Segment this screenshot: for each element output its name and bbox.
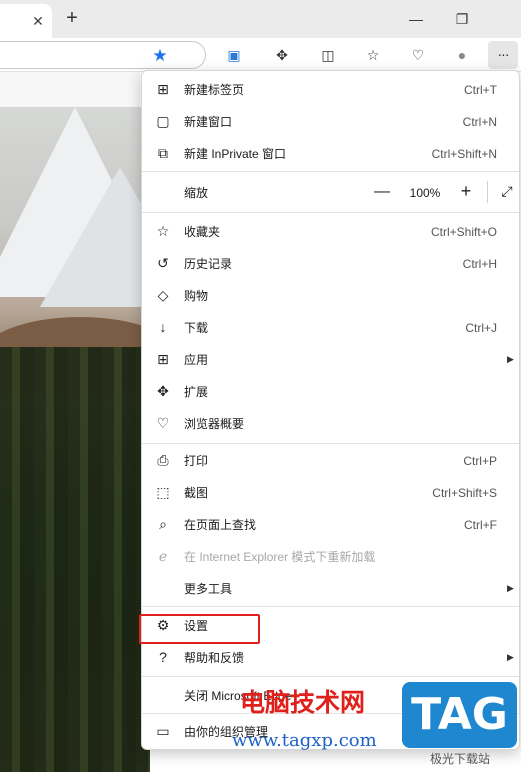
minimize-icon[interactable]: — [406, 10, 426, 28]
favorites-bar-icon[interactable]: ☆ [363, 45, 383, 65]
page-strip [0, 72, 140, 107]
menu-item-label: 购物 [184, 289, 209, 303]
zoom-level: 100% [409, 186, 441, 200]
submenu-arrow-icon: ▶ [507, 583, 514, 593]
history-icon: ↺ [157, 255, 169, 271]
pine-trees [0, 347, 150, 772]
menu-item-label: 更多工具 [184, 582, 233, 596]
menu-item-shortcut: Ctrl+P [463, 454, 497, 468]
menu-item-label: 在 Internet Explorer 模式下重新加载 [184, 550, 376, 564]
browser-essentials-icon: ♡ [156, 415, 170, 431]
menu-item-shortcut: Ctrl+Shift+S [432, 486, 497, 500]
zoom-divider [487, 181, 488, 203]
watermark-site: 极光下载站 [430, 752, 491, 766]
watermark-url: www.tagxp.com [232, 730, 377, 751]
menu-item-shortcut: Ctrl+J [465, 321, 497, 335]
menu-item-favorites[interactable]: ☆ 收藏夹 Ctrl+Shift+O [142, 215, 519, 247]
download-icon: ↓ [159, 319, 167, 335]
apps-icon: ⊞ [157, 351, 169, 367]
watermark-tag-text: TAG [411, 689, 508, 740]
background-photo [0, 107, 150, 772]
menu-item-label: 收藏夹 [184, 225, 221, 239]
menu-item-screenshot[interactable]: ⬚ 截图 Ctrl+Shift+S [142, 476, 519, 508]
menu-item-history[interactable]: ↺ 历史记录 Ctrl+H [142, 247, 519, 279]
shopping-tag-icon: ◇ [157, 287, 169, 303]
print-icon: ⎙ [157, 452, 169, 468]
zoom-in-button[interactable]: + [458, 182, 474, 200]
new-window-icon: ▢ [156, 113, 170, 129]
help-icon: ? [159, 649, 167, 665]
menu-item-help-feedback[interactable]: ? 帮助和反馈 ▶ [142, 641, 519, 673]
menu-item-shortcut: Ctrl+Shift+O [430, 225, 497, 239]
favorites-icon: ☆ [156, 223, 170, 239]
menu-separator [142, 212, 519, 213]
menu-item-apps[interactable]: ⊞ 应用 ▶ [142, 343, 519, 375]
menu-item-shortcut: Ctrl+N [462, 115, 497, 129]
browser-toolbar: ★ ▣ ✥ ◫ ☆ ♡ ● ··· [0, 38, 521, 72]
ie-mode-icon: ℯ [158, 548, 168, 564]
menu-item-label: 浏览器概要 [184, 417, 245, 431]
menu-separator [142, 606, 519, 607]
inprivate-window-icon: ⧉ [158, 145, 168, 161]
menu-item-label: 新建窗口 [184, 115, 233, 129]
settings-highlight-box [139, 614, 260, 644]
fullscreen-icon[interactable]: ⤢ [499, 183, 515, 199]
new-tab-button[interactable]: + [62, 8, 82, 29]
menu-item-label: 打印 [184, 454, 209, 468]
menu-item-label: 新建 InPrivate 窗口 [184, 147, 287, 161]
menu-item-browser-essentials[interactable]: ♡ 浏览器概要 [142, 407, 519, 439]
menu-item-label: 历史记录 [184, 257, 233, 271]
briefcase-icon: ▭ [156, 723, 170, 739]
menu-item-print[interactable]: ⎙ 打印 Ctrl+P [142, 444, 519, 476]
menu-separator [142, 676, 519, 677]
menu-item-label: 截图 [184, 486, 209, 500]
menu-item-extensions[interactable]: ✥ 扩展 [142, 375, 519, 407]
menu-item-find-on-page[interactable]: ⌕ 在页面上查找 Ctrl+F [142, 508, 519, 540]
menu-item-shortcut: Ctrl+T [464, 83, 497, 97]
menu-item-ie-mode: ℯ 在 Internet Explorer 模式下重新加载 [142, 540, 519, 572]
menu-item-shortcut: Ctrl+H [462, 257, 497, 271]
menu-item-new-inprivate-window[interactable]: ⧉ 新建 InPrivate 窗口 Ctrl+Shift+N [142, 137, 519, 169]
tab-strip: ✕ + — ❐ [0, 0, 521, 38]
snow-ridge [40, 167, 150, 307]
tab-close-icon[interactable]: ✕ [30, 13, 46, 29]
menu-item-downloads[interactable]: ↓ 下载 Ctrl+J [142, 311, 519, 343]
menu-item-label: 应用 [184, 353, 209, 367]
zoom-out-button[interactable]: — [374, 184, 390, 200]
screenshot-icon: ⬚ [156, 484, 170, 500]
menu-item-shopping[interactable]: ◇ 购物 [142, 279, 519, 311]
menu-item-zoom: 缩放 — 100% + ⤢ [142, 176, 519, 208]
extensions-icon: ✥ [157, 383, 169, 399]
menu-item-shortcut: Ctrl+Shift+N [431, 147, 497, 161]
restore-icon[interactable]: ❐ [452, 10, 472, 28]
menu-item-shortcut: Ctrl+F [464, 518, 497, 532]
favorite-star-icon[interactable]: ★ [151, 47, 169, 65]
address-bar[interactable]: ★ [0, 41, 206, 69]
menu-item-label: 在页面上查找 [184, 518, 257, 532]
submenu-arrow-icon: ▶ [507, 652, 514, 662]
new-tab-icon: ⊞ [157, 81, 169, 97]
menu-item-new-tab[interactable]: ⊞ 新建标签页 Ctrl+T [142, 73, 519, 105]
active-tab[interactable]: ✕ [0, 4, 52, 38]
find-on-page-icon: ⌕ [159, 516, 167, 532]
extensions-puzzle-icon[interactable]: ✥ [272, 45, 292, 65]
settings-and-more-button[interactable]: ··· [488, 41, 518, 69]
menu-item-more-tools[interactable]: 更多工具 ▶ [142, 572, 519, 604]
browser-essentials-toolbar-icon[interactable]: ♡ [408, 45, 428, 65]
submenu-arrow-icon: ▶ [507, 354, 514, 364]
watermark-tag-logo: TAG [402, 682, 517, 748]
menu-item-label: 下载 [184, 321, 209, 335]
wallet-icon[interactable]: ▣ [224, 45, 244, 65]
menu-separator [142, 171, 519, 172]
settings-menu: ⊞ 新建标签页 Ctrl+T ▢ 新建窗口 Ctrl+N ⧉ 新建 InPriv… [141, 70, 520, 750]
zoom-label: 缩放 [184, 186, 209, 200]
profile-avatar-icon[interactable]: ● [452, 45, 472, 65]
menu-item-label: 新建标签页 [184, 83, 245, 97]
split-screen-icon[interactable]: ◫ [318, 45, 338, 65]
menu-item-label: 帮助和反馈 [184, 651, 245, 665]
menu-item-label: 扩展 [184, 385, 209, 399]
menu-item-new-window[interactable]: ▢ 新建窗口 Ctrl+N [142, 105, 519, 137]
watermark-title: 电脑技术网 [240, 688, 366, 717]
